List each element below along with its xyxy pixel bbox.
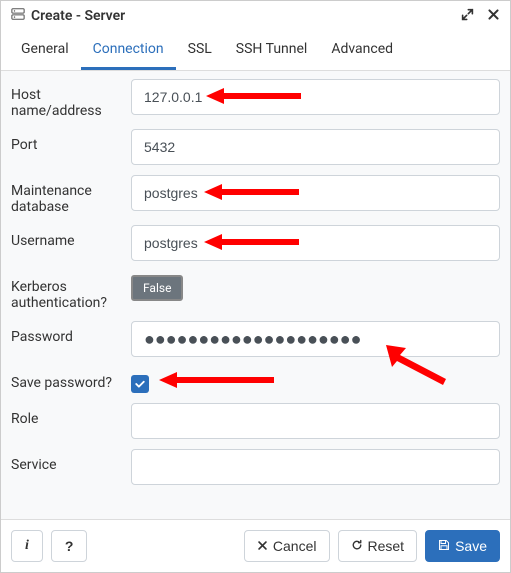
close-icon[interactable]: [487, 9, 500, 25]
row-savepw: Save password?: [11, 367, 500, 393]
annotation-arrow: [159, 367, 279, 393]
label-username: Username: [11, 225, 131, 249]
server-icon: [11, 7, 25, 25]
host-input[interactable]: [131, 79, 500, 115]
save-button[interactable]: Save: [425, 530, 500, 562]
cancel-button[interactable]: Cancel: [244, 530, 330, 562]
label-host: Host name/address: [11, 79, 131, 119]
reset-label: Reset: [368, 538, 405, 554]
tab-ssl[interactable]: SSL: [176, 31, 224, 70]
reset-icon: [351, 538, 363, 554]
label-role: Role: [11, 403, 131, 427]
info-button[interactable]: i: [11, 530, 43, 562]
label-kerberos: Kerberos authentication?: [11, 271, 131, 311]
port-input[interactable]: [131, 129, 500, 165]
save-icon: [438, 538, 450, 554]
maintdb-input[interactable]: [131, 175, 500, 211]
service-input[interactable]: [131, 449, 500, 485]
row-role: Role: [11, 403, 500, 439]
dialog-titlebar: Create - Server: [1, 1, 510, 31]
maximize-icon[interactable]: [461, 9, 477, 25]
create-server-dialog: Create - Server General Connection SSL S…: [0, 0, 511, 573]
label-port: Port: [11, 129, 131, 153]
label-password: Password: [11, 321, 131, 345]
help-icon: ?: [65, 538, 74, 554]
username-input[interactable]: [131, 225, 500, 261]
tab-general[interactable]: General: [9, 31, 81, 70]
savepw-checkbox[interactable]: [131, 375, 149, 393]
kerberos-toggle[interactable]: False: [131, 275, 183, 301]
dialog-title: Create - Server: [31, 8, 451, 24]
row-host: Host name/address: [11, 79, 500, 119]
tab-advanced[interactable]: Advanced: [319, 31, 405, 70]
tabs: General Connection SSL SSH Tunnel Advanc…: [1, 31, 510, 71]
label-service: Service: [11, 449, 131, 473]
label-maintdb: Maintenance database: [11, 175, 131, 215]
row-service: Service: [11, 449, 500, 485]
row-username: Username: [11, 225, 500, 261]
save-label: Save: [455, 538, 487, 554]
row-password: Password: [11, 321, 500, 357]
tab-connection[interactable]: Connection: [81, 31, 176, 70]
close-icon: [257, 538, 268, 554]
cancel-label: Cancel: [273, 538, 317, 554]
label-savepw: Save password?: [11, 367, 131, 391]
info-icon: i: [25, 538, 29, 554]
row-maintdb: Maintenance database: [11, 175, 500, 215]
row-kerberos: Kerberos authentication? False: [11, 271, 500, 311]
tab-ssh-tunnel[interactable]: SSH Tunnel: [224, 31, 320, 70]
password-input[interactable]: [131, 321, 500, 357]
row-port: Port: [11, 129, 500, 165]
role-input[interactable]: [131, 403, 500, 439]
dialog-footer: i ? Cancel Reset Save: [1, 519, 510, 572]
form-area: Host name/address Port Maintenance datab…: [1, 71, 510, 519]
help-button[interactable]: ?: [51, 530, 88, 562]
title-actions: [451, 8, 500, 25]
reset-button[interactable]: Reset: [338, 530, 418, 562]
